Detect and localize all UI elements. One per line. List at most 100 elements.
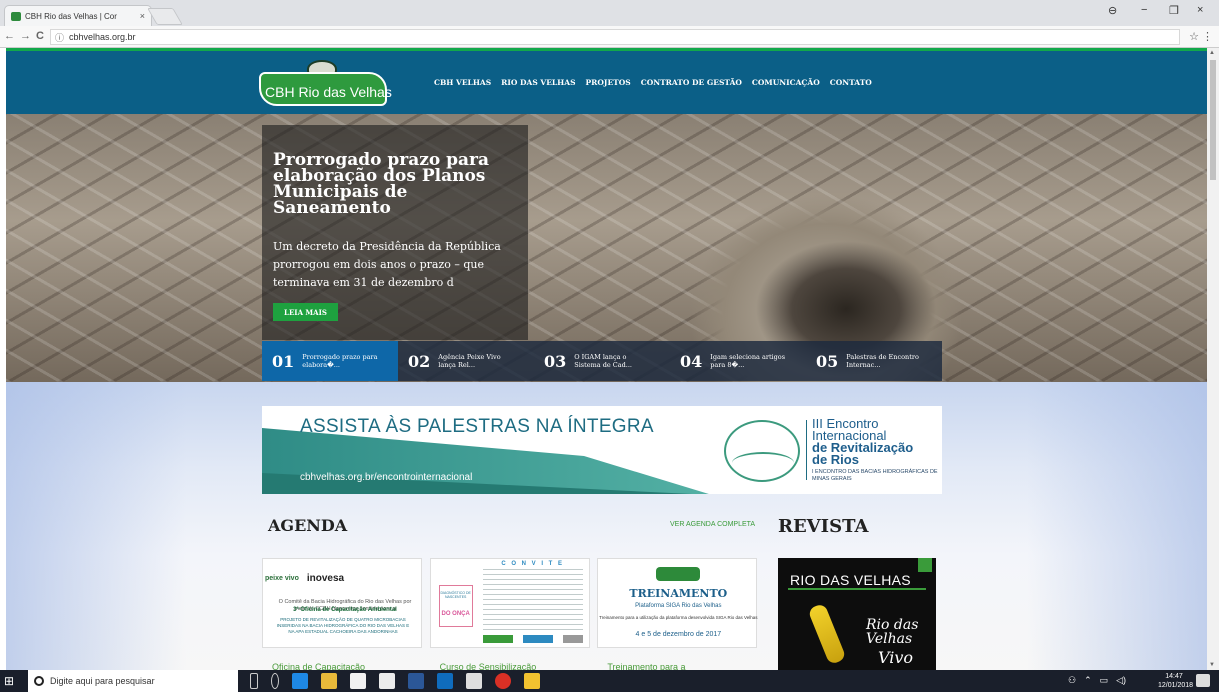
mail-icon[interactable] (379, 673, 395, 689)
slide-tab-03[interactable]: 03 O IGAM lança o Sistema de Cad... (534, 341, 670, 381)
agenda-card[interactable]: peixe vivo inovesa O Comitê da Bacia Hid… (262, 558, 430, 670)
bookmark-star-icon[interactable]: ☆ (1189, 30, 1199, 43)
agenda-card[interactable]: DIAGNÓSTICO DE NASCENTES DO ONÇA C O N V… (429, 558, 598, 670)
cover-script-vivo: Vivo (878, 648, 914, 667)
cover-title: RIO DAS VELHAS (790, 572, 911, 588)
url-text: cbhvelhas.org.br (69, 32, 136, 42)
sticky-notes-icon[interactable] (524, 673, 540, 689)
tray-overflow-icon[interactable]: ⌃ (1084, 675, 1092, 686)
store-icon[interactable] (350, 673, 366, 689)
browser-menu-icon[interactable]: ⋮ (1202, 30, 1213, 43)
notifications-icon[interactable] (1196, 674, 1210, 687)
slide-tab-02[interactable]: 02 Agência Peixe Vivo lança Rel... (398, 341, 534, 381)
agenda-card-title[interactable]: Treinamento para a (607, 662, 685, 670)
agenda-cards: peixe vivo inovesa O Comitê da Bacia Hid… (262, 558, 765, 670)
windows-taskbar: ⊞ Digite aqui para pesquisar ⚇ ⌃ ▭ ◁) 14… (0, 670, 1219, 692)
taskbar-apps (250, 673, 540, 689)
agenda-heading: AGENDA (268, 516, 348, 535)
do-onca-label: DO ONÇA (441, 611, 470, 617)
url-input[interactable]: ⓘ cbhvelhas.org.br (50, 29, 1180, 45)
task-view-icon[interactable] (250, 673, 258, 689)
chrome-icon[interactable] (495, 673, 511, 689)
microphone-icon[interactable] (271, 673, 279, 689)
cover-tag (918, 558, 932, 572)
scroll-down-icon[interactable]: ▼ (1209, 662, 1215, 668)
page-scrollbar[interactable]: ▲ ▼ (1207, 48, 1219, 670)
slide-number: 05 (816, 351, 839, 371)
browser-tab[interactable]: CBH Rio das Velhas | Cor × (4, 5, 152, 26)
main-nav: CBH VELHAS RIO DAS VELHAS PROJETOS CONTR… (434, 78, 872, 87)
slide-label: Agência Peixe Vivo lança Rel... (438, 353, 501, 369)
revista-heading: REVISTA (778, 516, 869, 537)
close-window-button[interactable]: × (1197, 4, 1203, 16)
nav-item-contrato-de-gestao[interactable]: CONTRATO DE GESTÃO (641, 78, 742, 87)
site-info-icon[interactable]: ⓘ (55, 31, 64, 44)
volume-icon[interactable]: ◁) (1116, 675, 1126, 686)
outlook-icon[interactable] (437, 673, 453, 689)
slide-tab-01[interactable]: 01 Prorrogado prazo para elabora�... (262, 341, 398, 381)
minimize-button[interactable]: − (1141, 4, 1147, 16)
event-subtitle: I ENCONTRO DAS BACIAS HIDROGRÁFICAS DE M… (812, 469, 938, 482)
treinamento-title: TREINAMENTO (629, 587, 728, 600)
inovesa-logo: inovesa (306, 572, 345, 584)
cortana-circle-icon (34, 676, 44, 686)
windows-start-icon[interactable]: ⊞ (4, 674, 14, 688)
taskbar-clock[interactable]: 14:47 12/01/2018 (1158, 672, 1194, 690)
nav-item-comunicacao[interactable]: COMUNICAÇÃO (752, 78, 820, 87)
nav-item-projetos[interactable]: PROJETOS (586, 78, 631, 87)
back-button[interactable]: ← (4, 30, 15, 42)
agenda-card-image: DIAGNÓSTICO DE NASCENTES DO ONÇA C O N V… (429, 558, 590, 648)
slide-label: Igam seleciona artigos para 8�... (710, 353, 786, 369)
treinamento-date: 4 e 5 de dezembro de 2017 (635, 631, 722, 638)
address-bar-row: ← → C ⓘ cbhvelhas.org.br ☆ ⋮ (0, 26, 1219, 48)
agenda-card-title[interactable]: Curso de Sensibilização (440, 662, 537, 670)
network-icon[interactable]: ▭ (1100, 675, 1109, 686)
ver-agenda-completa-link[interactable]: VER AGENDA COMPLETA (670, 521, 755, 528)
system-tray: ⚇ ⌃ ▭ ◁) (1068, 675, 1126, 686)
revista-cover[interactable]: RIO DAS VELHAS Rio das Velhas Vivo (778, 558, 936, 670)
event-title: III Encontro Internacional de Revitaliza… (812, 417, 940, 483)
people-icon[interactable]: ⚇ (1068, 675, 1076, 686)
clock-date: 12/01/2018 (1158, 682, 1194, 689)
file-explorer-icon[interactable] (321, 673, 337, 689)
treinamento-desc: Treinamento para a utilização da platafo… (599, 615, 758, 620)
site-logo[interactable]: CBH Rio das Velhas (259, 58, 392, 106)
slide-number: 04 (680, 351, 703, 371)
word-icon[interactable] (408, 673, 424, 689)
nav-item-cbh-velhas[interactable]: CBH VELHAS (434, 78, 491, 87)
banner-divider (806, 420, 807, 480)
tab-close-icon[interactable]: × (140, 11, 145, 21)
nav-item-contato[interactable]: CONTATO (830, 78, 872, 87)
scroll-thumb[interactable] (1210, 60, 1216, 180)
calculator-icon[interactable] (466, 673, 482, 689)
convite-text-lines (482, 569, 583, 631)
agenda-card-title[interactable]: Oficina de Capacitação (272, 662, 365, 670)
encontro-banner[interactable]: ASSISTA ÀS PALESTRAS NA ÍNTEGRA cbhvelha… (262, 406, 942, 494)
account-icon[interactable]: ⊖ (1108, 4, 1117, 17)
search-placeholder: Digite aqui para pesquisar (50, 676, 155, 686)
browser-tab-strip: CBH Rio das Velhas | Cor × ⊖ − ❐ × (0, 0, 1219, 26)
taskbar-search-input[interactable]: Digite aqui para pesquisar (28, 670, 238, 692)
slide-label: O IGAM lança o Sistema de Cad... (574, 353, 632, 369)
card-project: PROJETO DE REVITALIZAÇÃO DE QUATRO MICRO… (276, 617, 410, 634)
scroll-up-icon[interactable]: ▲ (1209, 50, 1215, 56)
hero-title[interactable]: Prorrogado prazo para elaboração dos Pla… (273, 152, 523, 217)
new-tab-button[interactable] (147, 8, 183, 25)
emblem-hill (732, 452, 794, 474)
leia-mais-button[interactable]: LEIA MAIS (273, 303, 338, 321)
forward-button[interactable]: → (20, 30, 31, 42)
slide-tab-04[interactable]: 04 Igam seleciona artigos para 8�... (670, 341, 806, 381)
encontro-emblem-icon (724, 420, 800, 482)
nav-item-rio-das-velhas[interactable]: RIO DAS VELHAS (501, 78, 575, 87)
maximize-button[interactable]: ❐ (1169, 4, 1179, 17)
edge-icon[interactable] (292, 673, 308, 689)
peixe-vivo-logo: peixe vivo (265, 574, 299, 582)
slide-number: 02 (408, 351, 431, 371)
agenda-card[interactable]: TREINAMENTO Plataforma SIGA Rio das Velh… (597, 558, 765, 670)
slide-tab-05[interactable]: 05 Palestras de Encontro Internac... (806, 341, 942, 381)
hero-excerpt: Um decreto da Presidência da República p… (273, 240, 501, 289)
reload-button[interactable]: C (36, 30, 44, 42)
logo-text: CBH Rio das Velhas (265, 84, 392, 100)
sponsor-logo-bar (482, 635, 583, 643)
tab-title: CBH Rio das Velhas | Cor (25, 11, 117, 21)
